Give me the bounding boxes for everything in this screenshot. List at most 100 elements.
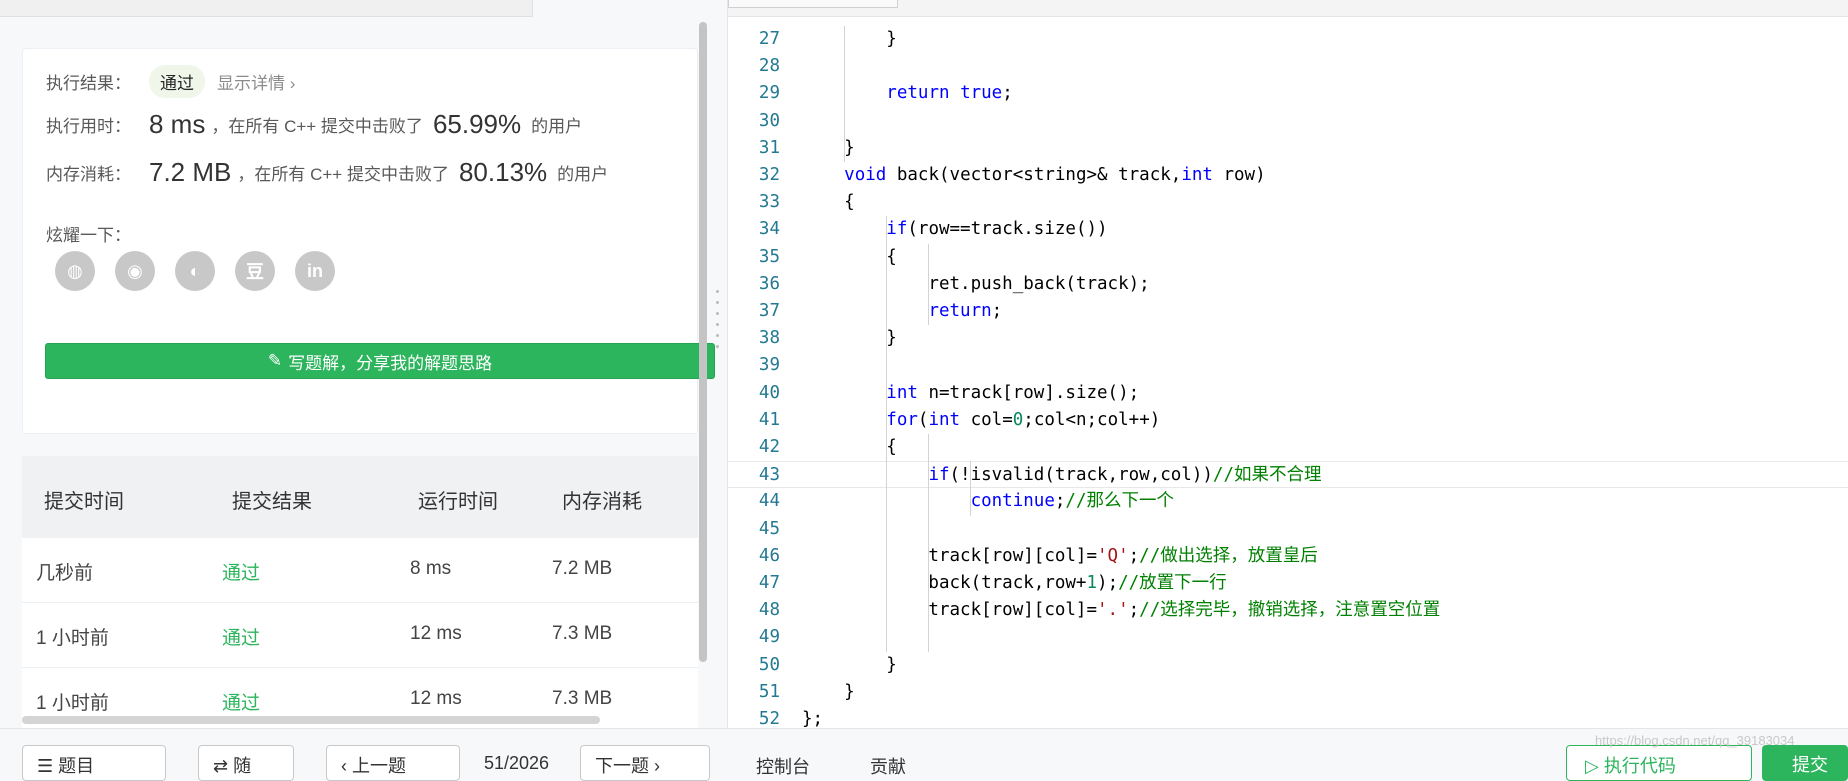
code-line[interactable]: 34 if(row==track.size()) bbox=[728, 216, 1848, 243]
row-result[interactable]: 通过 bbox=[222, 688, 260, 715]
line-number: 48 bbox=[758, 600, 780, 621]
code-text[interactable]: track[row][col]='.';//选择完毕，撤销选择，注意置空位置 bbox=[802, 597, 1440, 624]
result-card: 执行结果： 通过 显示详情 › 执行用时： 8 ms ，在所有 C++ 提交中击… bbox=[22, 48, 715, 434]
chevron-right-icon: › bbox=[289, 74, 296, 93]
wechat-icon[interactable]: ◍ bbox=[55, 251, 95, 291]
line-number: 44 bbox=[758, 491, 780, 512]
code-line[interactable]: 41 for(int col=0;col<n;col++) bbox=[728, 407, 1848, 434]
line-number: 51 bbox=[758, 681, 780, 702]
line-number: 32 bbox=[758, 165, 780, 185]
table-row[interactable]: 1 小时前 通过 12 ms 7.3 MB bbox=[22, 603, 698, 668]
problem-list-button[interactable]: ☰ 题目 bbox=[22, 745, 166, 781]
code-line[interactable]: 33 { bbox=[728, 189, 1848, 216]
header-runtime[interactable]: 运行时间 bbox=[418, 485, 498, 514]
memory-value: 7.2 MB bbox=[149, 157, 232, 187]
editor-tab-strip bbox=[728, 0, 1848, 17]
row-result[interactable]: 通过 bbox=[222, 558, 260, 585]
header-memory[interactable]: 内存消耗 bbox=[562, 485, 642, 514]
code-text[interactable]: back(track,row+1);//放置下一行 bbox=[802, 570, 1226, 597]
code-text[interactable]: if(!isvalid(track,row,col))//如果不合理 bbox=[802, 462, 1321, 489]
horizontal-scrollbar[interactable] bbox=[22, 716, 600, 724]
code-text[interactable]: } bbox=[802, 652, 897, 679]
prev-problem-button[interactable]: ‹ 上一题 bbox=[326, 745, 460, 781]
indent-guide bbox=[844, 26, 845, 162]
code-text[interactable]: if(row==track.size()) bbox=[802, 216, 1107, 243]
row-memory: 7.2 MB bbox=[552, 558, 613, 579]
code-text[interactable]: } bbox=[802, 679, 855, 706]
code-text[interactable]: } bbox=[802, 325, 897, 352]
weibo-icon[interactable]: ◉ bbox=[115, 251, 155, 291]
code-line[interactable]: 43 if(!isvalid(track,row,col))//如果不合理 bbox=[728, 461, 1848, 489]
code-line[interactable]: 51 } bbox=[728, 679, 1848, 706]
header-submit-result[interactable]: 提交结果 bbox=[232, 485, 312, 514]
row-result[interactable]: 通过 bbox=[222, 623, 260, 650]
code-line[interactable]: 42 { bbox=[728, 434, 1848, 461]
qq-icon[interactable]: ◐ bbox=[175, 251, 215, 291]
indent-guide bbox=[928, 243, 929, 326]
run-code-button[interactable]: ▷ 执行代码 bbox=[1566, 745, 1752, 781]
code-line[interactable]: 47 back(track,row+1);//放置下一行 bbox=[728, 570, 1848, 597]
linkedin-icon[interactable]: in bbox=[295, 251, 335, 291]
runtime-suffix: 的用户 bbox=[531, 117, 583, 136]
code-text[interactable]: continue;//那么下一个 bbox=[802, 488, 1174, 515]
line-number: 47 bbox=[758, 573, 780, 593]
line-number: 37 bbox=[758, 301, 780, 321]
douban-icon[interactable]: 豆 bbox=[235, 251, 275, 291]
code-line[interactable]: 36 ret.push_back(track); bbox=[728, 271, 1848, 298]
code-text[interactable]: void back(vector<string>& track,int row) bbox=[802, 162, 1265, 189]
row-runtime: 12 ms bbox=[410, 623, 462, 644]
code-line[interactable]: 46 track[row][col]='Q';//做出选择，放置皇后 bbox=[728, 543, 1848, 570]
line-number: 41 bbox=[758, 409, 780, 430]
code-line[interactable]: 45 bbox=[728, 516, 1848, 543]
panel-resize-handle[interactable] bbox=[716, 290, 720, 356]
console-toggle[interactable]: 控制台 bbox=[756, 753, 810, 779]
code-line[interactable]: 32 void back(vector<string>& track,int r… bbox=[728, 162, 1848, 189]
code-text[interactable]: { bbox=[802, 244, 897, 271]
next-problem-button[interactable]: 下一题 › bbox=[580, 745, 710, 781]
code-text[interactable]: ret.push_back(track); bbox=[802, 271, 1149, 298]
code-text[interactable]: return; bbox=[802, 298, 1002, 325]
code-text[interactable]: { bbox=[802, 189, 855, 216]
code-text[interactable]: } bbox=[802, 26, 897, 53]
code-line[interactable]: 28 bbox=[728, 53, 1848, 80]
code-line[interactable]: 40 int n=track[row].size(); bbox=[728, 380, 1848, 407]
header-submit-time[interactable]: 提交时间 bbox=[44, 485, 124, 514]
result-panel: 执行结果： 通过 显示详情 › 执行用时： 8 ms ，在所有 C++ 提交中击… bbox=[0, 0, 719, 764]
code-line[interactable]: 39 bbox=[728, 352, 1848, 379]
submit-button[interactable]: 提交 bbox=[1762, 745, 1848, 781]
code-line[interactable]: 38 } bbox=[728, 325, 1848, 352]
line-number: 49 bbox=[758, 627, 780, 648]
code-line[interactable]: 44 continue;//那么下一个 bbox=[728, 488, 1848, 515]
code-text[interactable]: track[row][col]='Q';//做出选择，放置皇后 bbox=[802, 543, 1317, 570]
line-number: 38 bbox=[758, 328, 780, 349]
code-text[interactable]: return true; bbox=[802, 80, 1012, 107]
code-line[interactable]: 29 return true; bbox=[728, 80, 1848, 107]
code-line[interactable]: 27 } bbox=[728, 26, 1848, 53]
editor-tab[interactable] bbox=[728, 0, 898, 8]
code-text[interactable]: } bbox=[802, 135, 855, 162]
show-detail-link[interactable]: 显示详情 › bbox=[217, 69, 295, 94]
row-runtime: 12 ms bbox=[410, 688, 462, 709]
code-text[interactable]: { bbox=[802, 434, 897, 461]
line-number: 35 bbox=[758, 246, 780, 267]
code-line[interactable]: 30 bbox=[728, 108, 1848, 135]
random-problem-button[interactable]: ⇄ 随 bbox=[198, 745, 294, 781]
write-solution-button[interactable]: ✎ 写题解，分享我的解题思路 bbox=[45, 343, 715, 379]
code-line[interactable]: 50 } bbox=[728, 652, 1848, 679]
code-editor[interactable]: 27 } 28 29 return true; 30 31 } 32 void back(… bbox=[727, 0, 1848, 729]
code-line[interactable]: 31 } bbox=[728, 135, 1848, 162]
left-topbar bbox=[0, 0, 533, 17]
line-number: 36 bbox=[758, 273, 780, 294]
code-line[interactable]: 49 bbox=[728, 624, 1848, 651]
line-number: 39 bbox=[758, 355, 780, 376]
code-text[interactable]: for(int col=0;col<n;col++) bbox=[802, 407, 1160, 434]
code-text[interactable]: int n=track[row].size(); bbox=[802, 380, 1139, 407]
code-line[interactable]: 35 { bbox=[728, 244, 1848, 271]
contribute-link[interactable]: 贡献 bbox=[870, 753, 906, 779]
code-line[interactable]: 48 track[row][col]='.';//选择完毕，撤销选择，注意置空位… bbox=[728, 597, 1848, 624]
code-line[interactable]: 37 return; bbox=[728, 298, 1848, 325]
vertical-scrollbar[interactable] bbox=[699, 22, 707, 662]
table-row[interactable]: 几秒前 通过 8 ms 7.2 MB bbox=[22, 538, 698, 603]
line-number: 30 bbox=[758, 110, 780, 131]
runtime-text: ，在所有 C++ 提交中击败了 bbox=[211, 117, 423, 136]
